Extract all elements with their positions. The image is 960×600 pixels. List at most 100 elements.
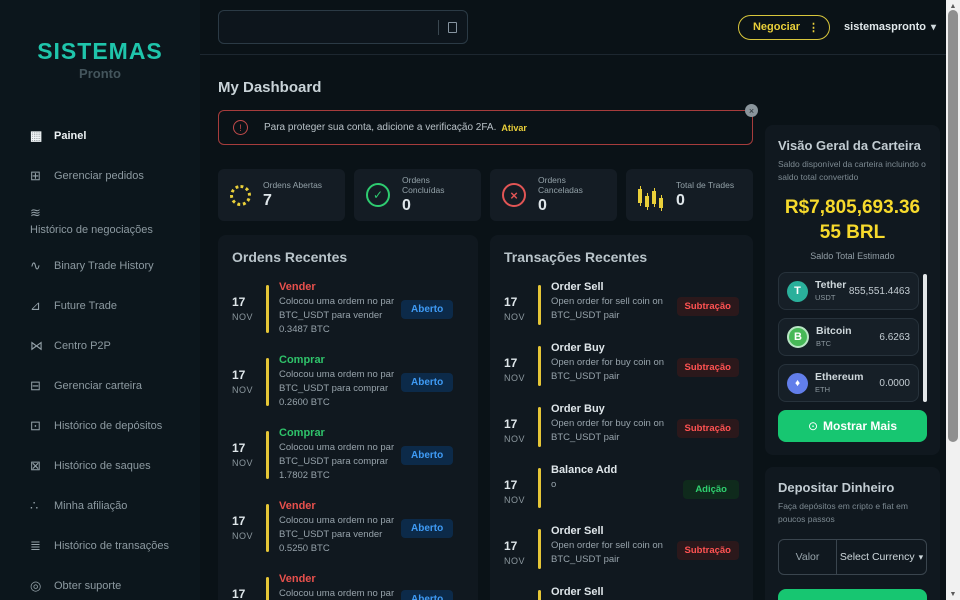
scroll-down-arrow-icon[interactable]	[946, 588, 960, 600]
trade-button[interactable]: Negociar	[738, 15, 830, 40]
copy-icon[interactable]	[448, 22, 457, 33]
transaction-body: Order BuyOpen order for buy coin on BTC_…	[551, 403, 671, 447]
sidebar-item-centro-p2p[interactable]: ⋈Centro P2P	[30, 335, 188, 356]
amount-input[interactable]: Valor	[779, 540, 837, 574]
sidebar-item-historico-de-negociacoes[interactable]: ≋Histórico de negociações	[30, 205, 188, 236]
recent-orders-list: 17 NOV VenderColocou uma ordem no par BTC_…	[232, 281, 464, 600]
wallet-balance-line1: R$7,805,693.36	[778, 195, 927, 220]
transaction-badge-col: Subtração	[677, 403, 739, 447]
warning-icon	[233, 120, 248, 135]
transaction-badge-col: Subtração	[677, 342, 739, 386]
status-badge: Aberto	[401, 446, 453, 465]
sidebar-item-label: Minha afiliação	[52, 500, 127, 512]
stat-label: Ordens Canceladas	[538, 175, 605, 195]
transaction-row: 17NOVOrder BuyOpen order for buy coin on…	[504, 342, 739, 386]
transaction-badge: Subtração	[677, 297, 739, 316]
close-icon[interactable]	[745, 104, 758, 117]
transaction-badge: Subtração	[677, 541, 739, 560]
coin-symbol: USDT	[815, 293, 846, 302]
order-badge-col: Aberto	[401, 500, 453, 556]
order-badge-col: Aberto	[401, 427, 453, 483]
show-more-icon	[808, 419, 818, 433]
stat-text: Ordens Canceladas 0	[538, 175, 605, 215]
recent-transactions-panel: Transações Recentes 17NOVOrder SellOpen …	[490, 235, 753, 600]
sidebar-item-minha-afiliacao[interactable]: ∴Minha afiliação	[30, 495, 188, 516]
ethereum-icon: ♦	[787, 373, 808, 394]
timeline-bar	[266, 577, 269, 600]
timeline-bar	[538, 407, 541, 447]
scrollbar-thumb[interactable]	[948, 10, 958, 442]
stat-card-ordens-abertas: Ordens Abertas7	[218, 169, 345, 221]
user-menu[interactable]: sistemaspronto	[844, 21, 936, 33]
order-month: NOV	[232, 458, 264, 468]
trade-button-label: Negociar	[753, 21, 800, 33]
user-menu-label: sistemaspronto	[844, 21, 926, 33]
stat-value: 0	[538, 197, 605, 215]
page-scrollbar[interactable]	[946, 0, 960, 600]
sidebar-item-future-trade[interactable]: ⊿Future Trade	[30, 295, 188, 316]
status-badge: Aberto	[401, 373, 453, 392]
sidebar-item-historico-de-saques[interactable]: ⊠Histórico de saques	[30, 455, 188, 476]
timeline-bar	[538, 285, 541, 325]
sidebar-item-binary-trade-history[interactable]: ∿Binary Trade History	[30, 255, 188, 276]
activate-2fa-link[interactable]: Ativar	[501, 123, 527, 133]
coin-amount: 6.6263	[879, 332, 910, 343]
sidebar-item-label: Histórico de depósitos	[52, 420, 162, 432]
topbar: Negociar sistemaspronto	[200, 0, 946, 55]
stat-label: Ordens Concluídas	[402, 175, 469, 195]
transaction-title: Order Buy	[551, 403, 671, 415]
transaction-badge: Subtração	[677, 358, 739, 377]
deposit-history-icon: ⊡	[30, 418, 52, 434]
stat-text: Ordens Concluídas 0	[402, 175, 469, 215]
sidebar-item-obter-suporte[interactable]: ◎Obter suporte	[30, 575, 188, 596]
logo-subtitle: Pronto	[0, 66, 200, 81]
order-badge-col: Aberto	[401, 281, 453, 337]
stats-row: Ordens Abertas7Ordens Concluídas0Ordens …	[218, 169, 753, 221]
order-description: Colocou uma ordem no par BTC_USDT para c…	[279, 441, 395, 483]
stat-label: Ordens Abertas	[263, 180, 322, 190]
search-input[interactable]	[218, 10, 468, 44]
transaction-title: Order Sell	[551, 586, 671, 598]
wallet-icon: ⊟	[30, 378, 52, 394]
logo: SISTEMAS Pronto	[0, 38, 200, 81]
wallet-balance-caption: Saldo Total Estimado	[778, 251, 927, 261]
transaction-month: NOV	[504, 312, 536, 322]
show-more-button[interactable]: Mostrar Mais	[778, 410, 927, 442]
sidebar-item-gerenciar-carteira[interactable]: ⊟Gerenciar carteira	[30, 375, 188, 396]
order-badge-col: Aberto	[401, 354, 453, 410]
order-day: 17	[232, 441, 264, 455]
sidebar-item-gerenciar-pedidos[interactable]: ⊞Gerenciar pedidos	[30, 165, 188, 186]
currency-select[interactable]: Select Currency	[837, 540, 926, 574]
order-body: VenderColocou uma ordem no par BTC_USDT …	[279, 281, 395, 337]
future-trade-icon: ⊿	[30, 298, 52, 314]
order-description: Colocou uma ordem no par	[279, 587, 395, 600]
sidebar-item-historico-de-transacoes[interactable]: ≣Histórico de transações	[30, 535, 188, 556]
transaction-badge-col: Subtração	[677, 281, 739, 325]
dashboard-icon: ▦	[30, 128, 52, 144]
stat-value: 0	[402, 197, 469, 215]
order-action: Comprar	[279, 427, 395, 439]
transaction-description: o	[551, 478, 677, 492]
recent-transactions-list: 17NOVOrder SellOpen order for sell coin …	[504, 281, 739, 600]
sidebar-item-label: Binary Trade History	[52, 260, 154, 272]
sidebar-item-label: Histórico de saques	[52, 460, 151, 472]
vertical-dots-icon	[808, 21, 819, 34]
sidebar-item-label: Future Trade	[52, 300, 117, 312]
coin-list-scrollbar[interactable]	[923, 274, 927, 402]
divider	[438, 20, 439, 35]
wallet-balance-line2: 55 BRL	[778, 220, 927, 245]
order-day: 17	[232, 587, 264, 600]
sidebar-item-label: Histórico de transações	[52, 540, 169, 552]
check-circle-icon	[366, 183, 390, 207]
logo-title: SISTEMAS	[0, 38, 200, 65]
sidebar-item-historico-de-depositos[interactable]: ⊡Histórico de depósitos	[30, 415, 188, 436]
sidebar-item-painel[interactable]: ▦Painel	[30, 125, 188, 146]
wallet-title: Visão Geral da Carteira	[778, 138, 927, 153]
deposit-button[interactable]: Depositar	[778, 589, 927, 600]
stat-card-ordens-canceladas: Ordens Canceladas 0	[490, 169, 617, 221]
transaction-title: Order Sell	[551, 525, 671, 537]
alert-message: Para proteger sua conta, adicione a veri…	[264, 122, 496, 133]
transaction-row: 17NOVOrder BuyOpen order for buy coin on…	[504, 403, 739, 447]
cancel-circle-icon	[502, 183, 526, 207]
status-badge: Aberto	[401, 300, 453, 319]
